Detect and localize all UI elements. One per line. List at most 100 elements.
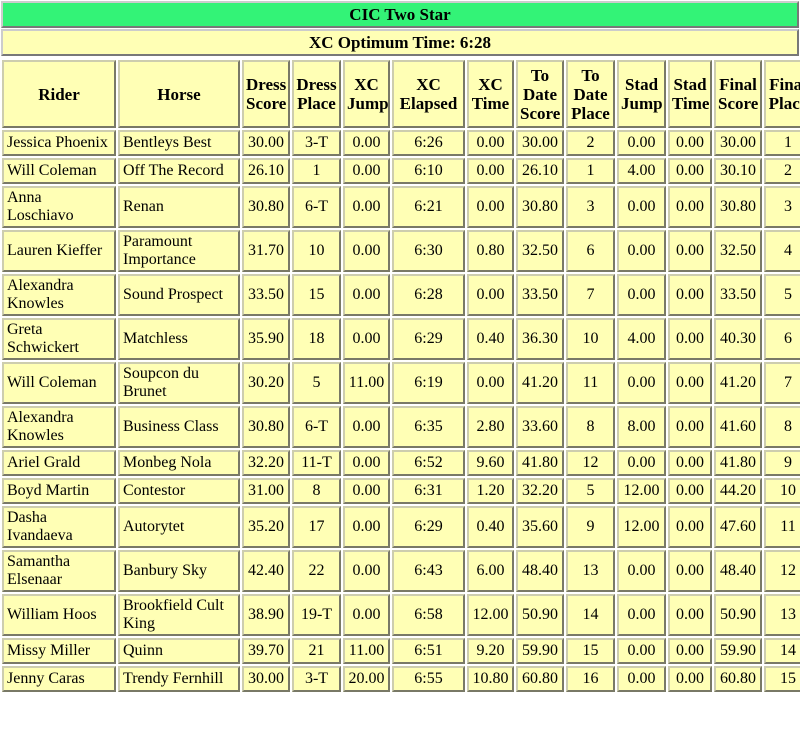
cell-rider: Greta Schwickert — [2, 318, 116, 360]
cell-xc-jump: 0.00 — [343, 478, 390, 504]
page-title: CIC Two Star — [1, 1, 799, 28]
cell-dress-score: 30.00 — [242, 130, 290, 156]
cell-xc-time: 0.00 — [467, 362, 514, 404]
cell-to-date-score: 30.80 — [516, 186, 564, 228]
cell-to-date-score: 50.90 — [516, 594, 564, 636]
cell-final-score: 48.40 — [714, 550, 762, 592]
cell-rider: Alexandra Knowles — [2, 406, 116, 448]
cell-horse: Contestor — [118, 478, 240, 504]
cell-final-place: 15 — [764, 666, 800, 692]
cell-dress-score: 42.40 — [242, 550, 290, 592]
cell-final-score: 41.20 — [714, 362, 762, 404]
table-row: Anna Loschiavo Renan 30.80 6-T 0.00 6:21 0.00 3… — [2, 186, 800, 228]
cell-xc-time: 0.00 — [467, 186, 514, 228]
cell-final-place: 2 — [764, 158, 800, 184]
cell-xc-jump: 0.00 — [343, 406, 390, 448]
cell-final-place: 6 — [764, 318, 800, 360]
cell-stad-time: 0.00 — [668, 230, 712, 272]
cell-to-date-score: 59.90 — [516, 638, 564, 664]
cell-dress-score: 39.70 — [242, 638, 290, 664]
cell-xc-elapsed: 6:35 — [392, 406, 465, 448]
column-header-final-score: Final Score — [714, 60, 762, 128]
cell-xc-elapsed: 6:51 — [392, 638, 465, 664]
cell-stad-time: 0.00 — [668, 550, 712, 592]
xc-optimum-time-label: XC Optimum Time: 6:28 — [1, 29, 799, 56]
cell-stad-time: 0.00 — [668, 478, 712, 504]
cell-final-place: 11 — [764, 506, 800, 548]
cell-final-score: 30.10 — [714, 158, 762, 184]
cell-final-score: 30.80 — [714, 186, 762, 228]
cell-dress-score: 30.80 — [242, 186, 290, 228]
cell-rider: Anna Loschiavo — [2, 186, 116, 228]
column-header-stad-jump: Stad Jump — [617, 60, 666, 128]
cell-stad-jump: 0.00 — [617, 130, 666, 156]
cell-dress-score: 30.20 — [242, 362, 290, 404]
cell-stad-time: 0.00 — [668, 158, 712, 184]
table-row: Jenny Caras Trendy Fernhill 30.00 3-T 20.00 6… — [2, 666, 800, 692]
cell-xc-elapsed: 6:55 — [392, 666, 465, 692]
cell-xc-time: 0.40 — [467, 318, 514, 360]
cell-xc-time: 10.80 — [467, 666, 514, 692]
cell-to-date-place: 10 — [566, 318, 615, 360]
cell-dress-place: 17 — [292, 506, 341, 548]
cell-horse: Soupcon du Brunet — [118, 362, 240, 404]
cell-horse: Quinn — [118, 638, 240, 664]
optimum-time-row: XC Optimum Time: 6:28 — [1, 29, 799, 56]
cell-to-date-score: 36.30 — [516, 318, 564, 360]
cell-final-score: 41.60 — [714, 406, 762, 448]
cell-final-score: 59.90 — [714, 638, 762, 664]
cell-stad-jump: 0.00 — [617, 186, 666, 228]
cell-stad-jump: 0.00 — [617, 230, 666, 272]
cell-dress-score: 31.00 — [242, 478, 290, 504]
cell-dress-place: 1 — [292, 158, 341, 184]
cell-stad-jump: 0.00 — [617, 362, 666, 404]
table-row: Boyd Martin Contestor 31.00 8 0.00 6:31 1.20 32… — [2, 478, 800, 504]
cell-horse: Trendy Fernhill — [118, 666, 240, 692]
table-row: Will Coleman Soupcon du Brunet 30.20 5 11.00… — [2, 362, 800, 404]
cell-horse: Matchless — [118, 318, 240, 360]
table-row: Jessica Phoenix Bentleys Best 30.00 3-T 0.00… — [2, 130, 800, 156]
results-page: CIC Two Star XC Optimum Time: 6:28 Rider… — [0, 0, 800, 731]
cell-to-date-score: 33.60 — [516, 406, 564, 448]
cell-xc-elapsed: 6:10 — [392, 158, 465, 184]
cell-xc-time: 0.00 — [467, 274, 514, 316]
cell-final-place: 5 — [764, 274, 800, 316]
table-row: Missy Miller Quinn 39.70 21 11.00 6:51 9.20 59.… — [2, 638, 800, 664]
cell-rider: Missy Miller — [2, 638, 116, 664]
cell-dress-place: 19-T — [292, 594, 341, 636]
cell-stad-jump: 0.00 — [617, 666, 666, 692]
cell-to-date-score: 41.20 — [516, 362, 564, 404]
cell-xc-elapsed: 6:21 — [392, 186, 465, 228]
cell-rider: Jenny Caras — [2, 666, 116, 692]
cell-stad-time: 0.00 — [668, 318, 712, 360]
cell-final-score: 44.20 — [714, 478, 762, 504]
cell-dress-score: 33.50 — [242, 274, 290, 316]
cell-stad-jump: 0.00 — [617, 274, 666, 316]
cell-dress-place: 11-T — [292, 450, 341, 476]
column-header-xc-jump: XC Jump — [343, 60, 390, 128]
cell-xc-time: 0.00 — [467, 130, 514, 156]
cell-final-place: 4 — [764, 230, 800, 272]
cell-xc-jump: 0.00 — [343, 130, 390, 156]
column-header-horse: Horse — [118, 60, 240, 128]
cell-to-date-score: 48.40 — [516, 550, 564, 592]
column-header-rider: Rider — [2, 60, 116, 128]
cell-xc-elapsed: 6:19 — [392, 362, 465, 404]
cell-dress-place: 6-T — [292, 406, 341, 448]
cell-horse: Brookfield Cult King — [118, 594, 240, 636]
cell-dress-place: 8 — [292, 478, 341, 504]
cell-xc-time: 2.80 — [467, 406, 514, 448]
cell-dress-score: 30.80 — [242, 406, 290, 448]
cell-xc-jump: 0.00 — [343, 506, 390, 548]
cell-stad-jump: 0.00 — [617, 450, 666, 476]
cell-to-date-place: 5 — [566, 478, 615, 504]
cell-final-place: 10 — [764, 478, 800, 504]
cell-horse: Banbury Sky — [118, 550, 240, 592]
table-row: Greta Schwickert Matchless 35.90 18 0.00 6:29… — [2, 318, 800, 360]
cell-xc-jump: 0.00 — [343, 594, 390, 636]
cell-stad-time: 0.00 — [668, 362, 712, 404]
cell-stad-time: 0.00 — [668, 274, 712, 316]
column-header-stad-time: Stad Time — [668, 60, 712, 128]
cell-stad-jump: 12.00 — [617, 478, 666, 504]
cell-stad-jump: 4.00 — [617, 318, 666, 360]
